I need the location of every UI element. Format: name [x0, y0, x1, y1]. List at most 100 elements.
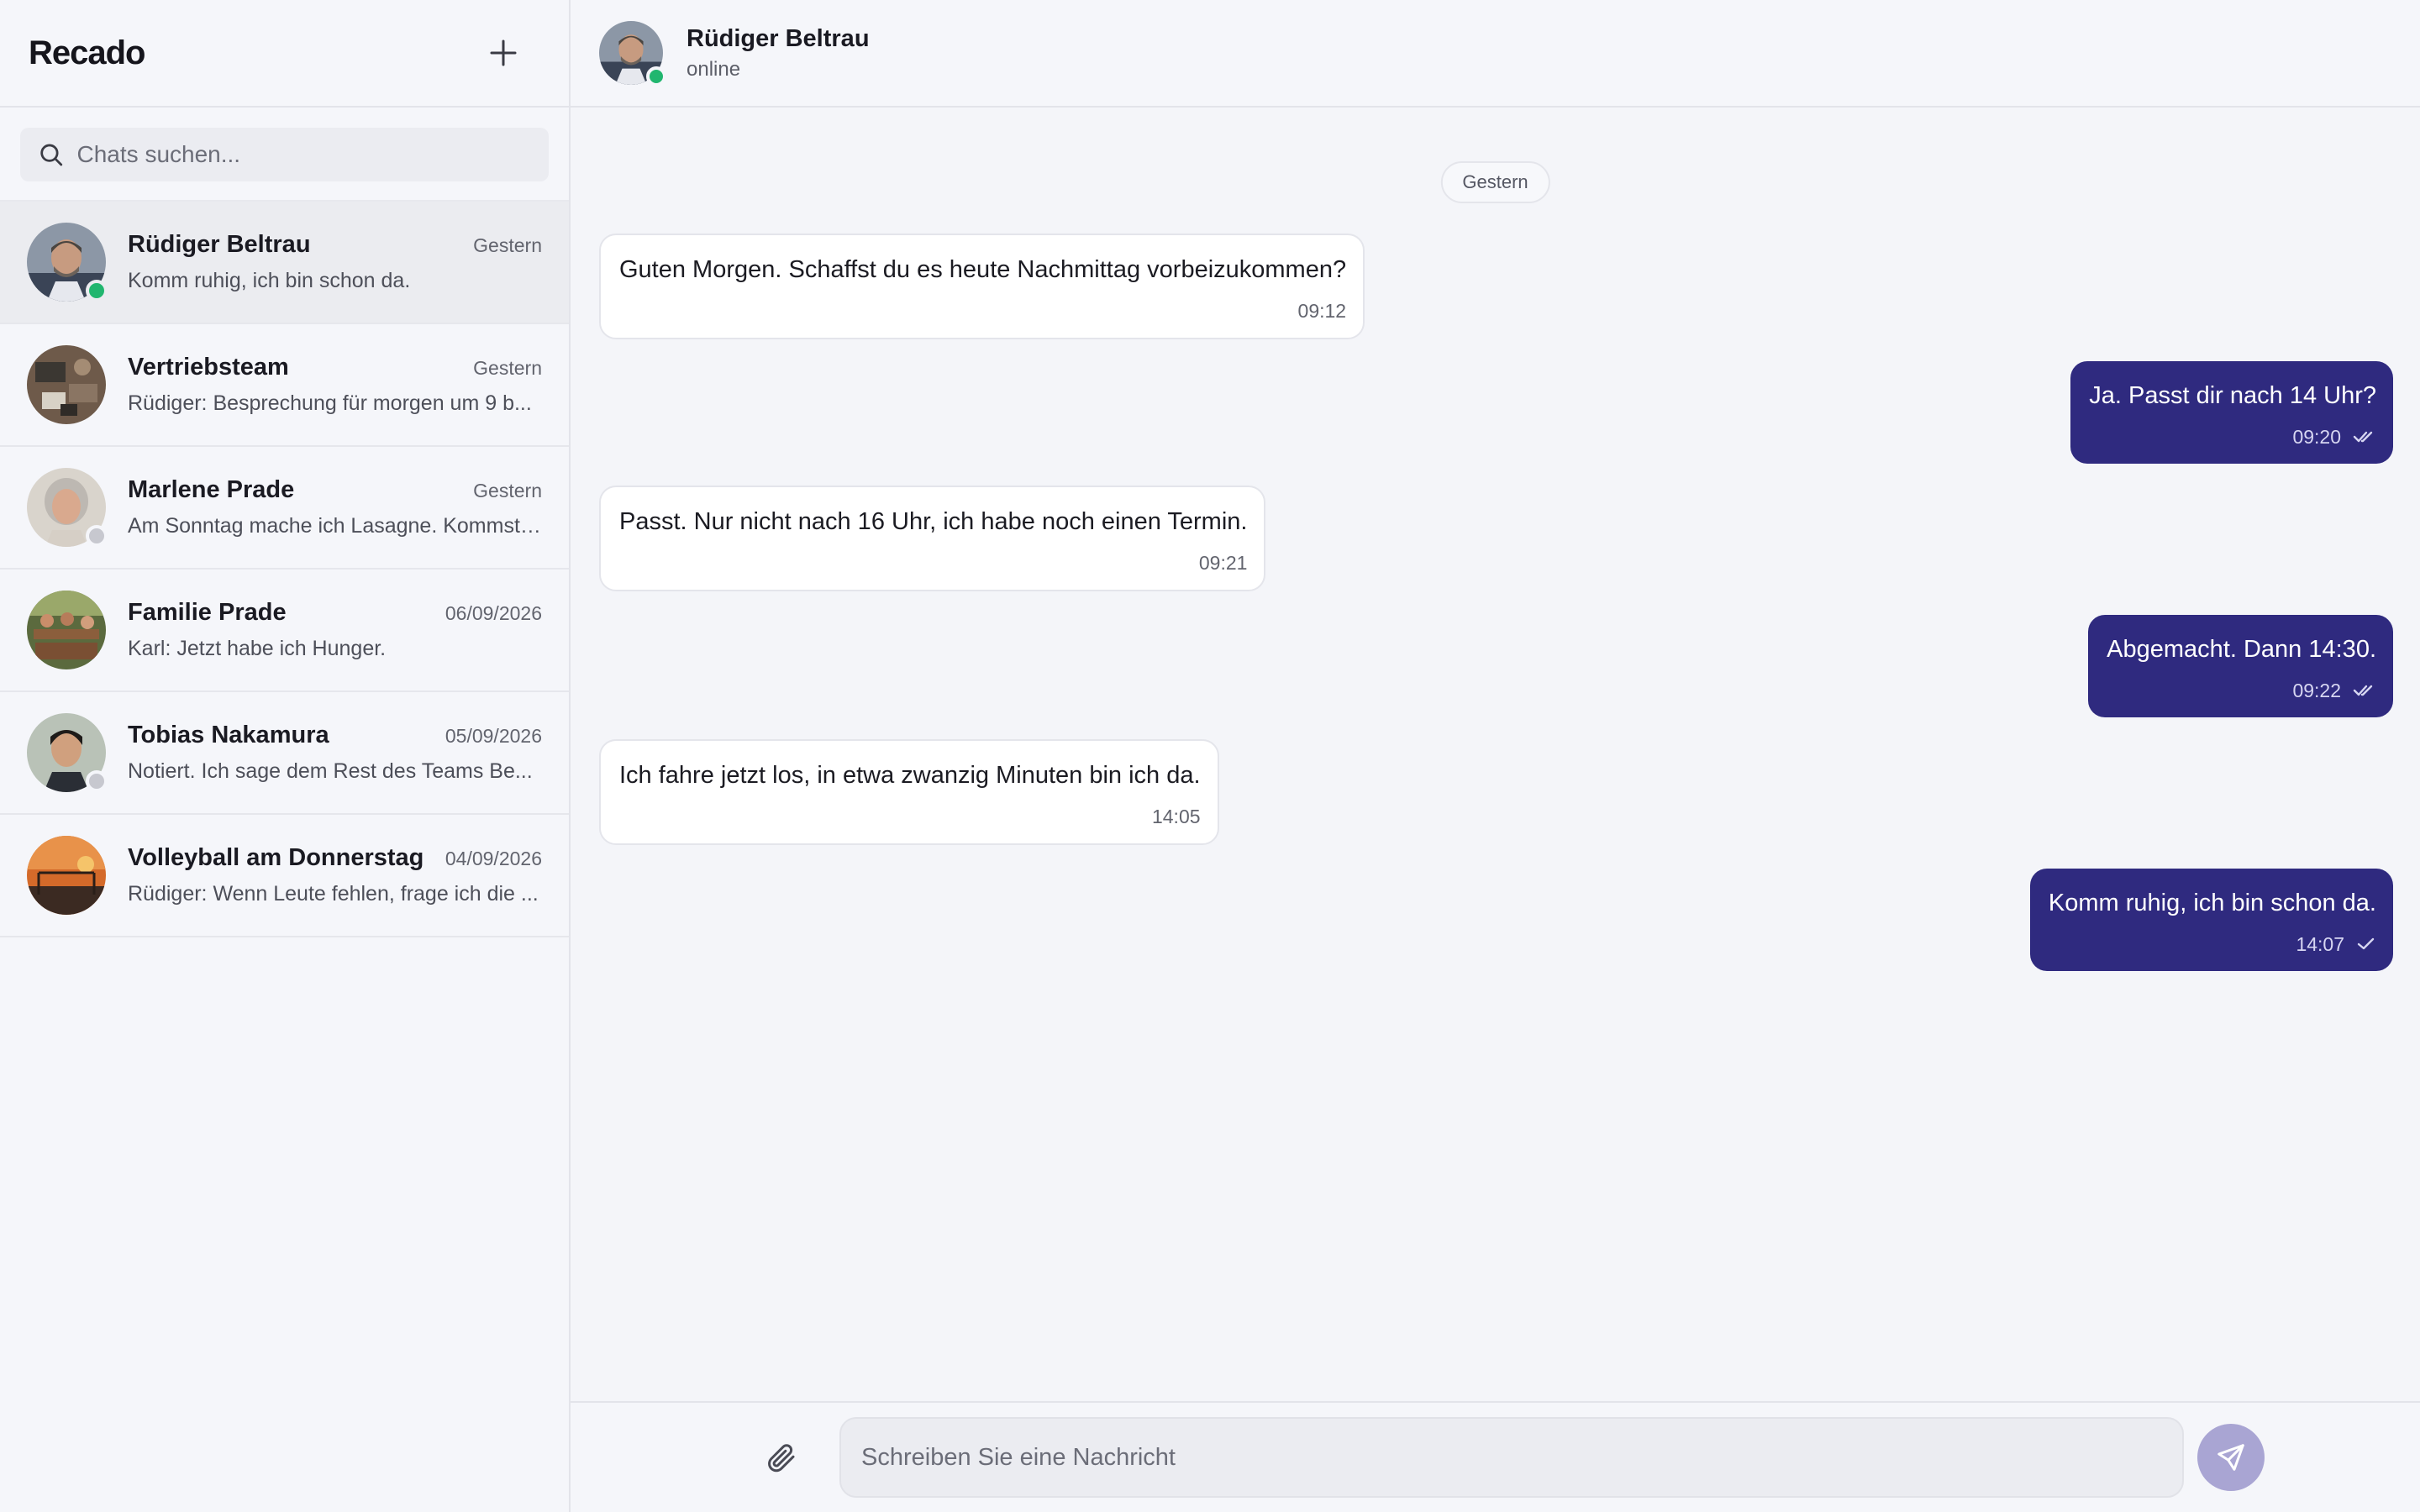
chat-top: Volleyball am Donnerstag 04/09/2026	[128, 844, 542, 872]
message-text: Abgemacht. Dann 14:30.	[2107, 636, 2376, 663]
chat-time: Gestern	[473, 234, 542, 256]
chat-time: Gestern	[473, 357, 542, 379]
message-incoming: Guten Morgen. Schaffst du es heute Nachm…	[599, 234, 1365, 339]
header-avatar-wrap[interactable]	[599, 21, 666, 87]
send-button[interactable]	[2197, 1424, 2265, 1491]
search-icon	[40, 144, 63, 166]
attach-button[interactable]	[755, 1432, 806, 1483]
message-meta: 09:20	[2089, 426, 2376, 449]
avatar-wrap	[27, 345, 106, 424]
search-area	[0, 108, 569, 202]
message-outgoing: Abgemacht. Dann 14:30. 09:22	[2088, 615, 2393, 717]
message-text: Passt. Nur nicht nach 16 Uhr, ich habe n…	[619, 508, 1248, 535]
date-separator: Gestern	[1440, 161, 1550, 203]
check-icon	[2356, 937, 2376, 952]
chat-top: Vertriebsteam Gestern	[128, 354, 542, 381]
message-time: 09:21	[1198, 551, 1248, 574]
chat-time: 06/09/2026	[445, 602, 542, 624]
avatar-wrap	[27, 468, 108, 547]
chat-top: Rüdiger Beltrau Gestern	[128, 231, 542, 259]
app-title: Recado	[29, 34, 145, 71]
chat-list: Rüdiger Beltrau Gestern Komm ruhig, ich …	[0, 202, 569, 1512]
conversation-pane: Rüdiger Beltrau online Gestern Guten Mor…	[571, 0, 2420, 1512]
message-meta: 09:22	[2107, 680, 2376, 702]
search-input[interactable]	[76, 141, 530, 168]
avatar-wrap	[27, 591, 106, 669]
message-time: 09:22	[2292, 679, 2341, 701]
new-chat-button[interactable]	[480, 29, 527, 76]
message-text: Ich fahre jetzt los, in etwa zwanzig Min…	[619, 762, 1201, 789]
message-time: 09:12	[1297, 299, 1347, 322]
app-window: Recado Chats suchen... Rüdiger Beltrau G…	[0, 0, 2420, 1512]
message-time: 14:07	[2296, 932, 2344, 955]
avatar-wrap	[27, 836, 106, 915]
double-check-icon	[2353, 429, 2376, 444]
message-meta: 09:21	[619, 551, 1248, 575]
chat-name: Rüdiger Beltrau	[128, 231, 311, 258]
chat-item-ruediger-beltrau[interactable]: Rüdiger Beltrau Gestern Komm ruhig, ich …	[0, 202, 569, 324]
chat-time: Gestern	[473, 480, 542, 501]
message-composer	[571, 1401, 2420, 1512]
message-list: Gestern Guten Morgen. Schaffst du es heu…	[571, 108, 2420, 1401]
avatar	[27, 591, 106, 669]
chat-item-vertriebsteam[interactable]: Vertriebsteam Gestern Rüdiger: Besprechu…	[0, 324, 569, 447]
sidebar-header: Recado	[0, 0, 569, 108]
chat-name: Tobias Nakamura	[128, 722, 329, 748]
chat-name: Volleyball am Donnerstag	[128, 844, 424, 871]
avatar	[27, 836, 106, 915]
conversation-header: Rüdiger Beltrau online	[571, 0, 2420, 108]
chat-preview: Am Sonntag mache ich Lasagne. Kommst ...	[128, 514, 542, 538]
chat-item-marlene-prade[interactable]: Marlene Prade Gestern Am Sonntag mache i…	[0, 447, 569, 570]
sidebar: Recado Chats suchen... Rüdiger Beltrau G…	[0, 0, 571, 1512]
paperclip-icon	[768, 1444, 795, 1473]
avatar-wrap	[27, 713, 108, 792]
message-text: Ja. Passt dir nach 14 Uhr?	[2089, 382, 2376, 409]
message-outgoing: Ja. Passt dir nach 14 Uhr? 09:20	[2070, 361, 2393, 464]
chat-name: Vertriebsteam	[128, 354, 289, 381]
message-input[interactable]	[839, 1417, 2184, 1498]
chat-info: Volleyball am Donnerstag 04/09/2026 Rüdi…	[128, 844, 542, 906]
chat-top: Tobias Nakamura 05/09/2026	[128, 722, 542, 749]
message-meta: 14:05	[619, 806, 1201, 828]
chat-info: Marlene Prade Gestern Am Sonntag mache i…	[128, 476, 542, 538]
chat-info: Tobias Nakamura 05/09/2026 Notiert. Ich …	[128, 722, 542, 784]
chat-preview: Karl: Jetzt habe ich Hunger.	[128, 637, 387, 660]
message-time: 09:20	[2292, 425, 2341, 448]
presence-online-dot	[646, 66, 666, 87]
chat-time: 04/09/2026	[445, 848, 542, 869]
double-check-icon	[2353, 683, 2376, 698]
chat-preview: Notiert. Ich sage dem Rest des Teams Be.…	[128, 759, 533, 783]
message-incoming: Passt. Nur nicht nach 16 Uhr, ich habe n…	[599, 486, 1266, 591]
contact-status: online	[687, 57, 741, 81]
chat-item-familie-prade[interactable]: Familie Prade 06/09/2026 Karl: Jetzt hab…	[0, 570, 569, 692]
send-icon	[2217, 1444, 2244, 1471]
presence-online-dot	[86, 280, 108, 302]
chat-name: Familie Prade	[128, 599, 287, 626]
chat-info: Vertriebsteam Gestern Rüdiger: Besprechu…	[128, 354, 542, 416]
chat-time: 05/09/2026	[445, 725, 542, 747]
avatar-wrap	[27, 223, 108, 302]
chat-preview: Rüdiger: Wenn Leute fehlen, frage ich di…	[128, 882, 539, 906]
contact-name: Rüdiger Beltrau	[687, 24, 870, 52]
chat-top: Familie Prade 06/09/2026	[128, 599, 542, 627]
message-text: Komm ruhig, ich bin schon da.	[2048, 890, 2376, 916]
chat-info: Rüdiger Beltrau Gestern Komm ruhig, ich …	[128, 231, 542, 293]
message-time: 14:05	[1151, 805, 1201, 827]
presence-offline-dot	[86, 525, 108, 547]
chat-info: Familie Prade 06/09/2026 Karl: Jetzt hab…	[128, 599, 542, 661]
presence-offline-dot	[86, 770, 108, 792]
message-meta: 09:12	[619, 299, 1347, 323]
chat-preview: Komm ruhig, ich bin schon da.	[128, 269, 411, 292]
chat-preview: Rüdiger: Besprechung für morgen um 9 b..…	[128, 391, 532, 415]
chat-item-tobias-nakamura[interactable]: Tobias Nakamura 05/09/2026 Notiert. Ich …	[0, 692, 569, 815]
message-meta: 14:07	[2049, 933, 2376, 956]
chat-top: Marlene Prade Gestern	[128, 476, 542, 504]
chat-name: Marlene Prade	[128, 476, 295, 503]
chat-item-volleyball-am-donnerstag[interactable]: Volleyball am Donnerstag 04/09/2026 Rüdi…	[0, 815, 569, 937]
avatar	[27, 345, 106, 424]
search-box[interactable]	[20, 128, 549, 181]
plus-icon	[490, 39, 517, 66]
message-outgoing: Komm ruhig, ich bin schon da. 14:07	[2029, 869, 2393, 971]
header-info: Rüdiger Beltrau online	[687, 25, 870, 81]
message-text: Guten Morgen. Schaffst du es heute Nachm…	[619, 256, 1347, 283]
